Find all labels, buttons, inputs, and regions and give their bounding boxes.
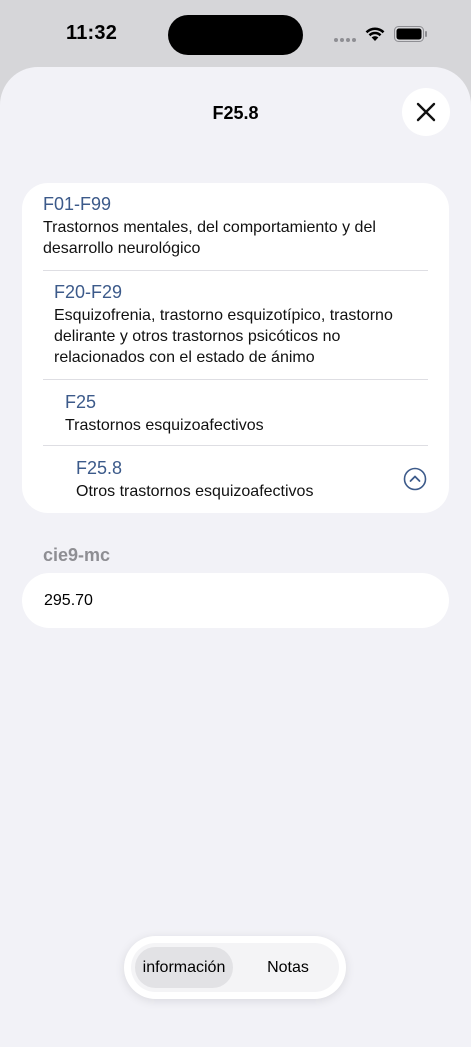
section-label-cie9: cie9-mc [43,545,111,565]
divider [43,379,428,380]
hierarchy-description: Otros trastornos esquizoafectivos [76,483,314,500]
cellular-signal-icon [334,37,358,43]
detail-sheet: F25.8 F01-F99 Trastornos mentales, del c… [0,67,471,1047]
segmented-tab-bar: información Notas [124,936,346,999]
tab-notas[interactable]: Notas [247,947,329,988]
cie9-value-card[interactable]: 295.70 [22,573,449,628]
hierarchy-description: Trastornos mentales, del comportamiento … [43,219,376,257]
hierarchy-item-category[interactable]: F25 Trastornos esquizoafectivos [65,391,415,436]
dynamic-island [168,15,303,55]
status-bar: 11:32 [0,0,471,68]
hierarchy-code: F01-F99 [43,194,112,214]
hierarchy-description: Trastornos esquizoafectivos [65,417,264,434]
hierarchy-description: Esquizofrenia, trastorno esquizotípico, … [54,307,393,366]
hierarchy-item-subcategory[interactable]: F25.8 Otros trastornos esquizoafectivos [76,457,386,502]
close-icon [416,102,436,122]
hierarchy-item-chapter[interactable]: F01-F99 Trastornos mentales, del comport… [43,193,423,259]
sheet-title: F25.8 [212,103,259,123]
tab-informacion[interactable]: información [135,947,233,988]
wifi-icon [365,27,385,41]
divider [43,445,428,446]
status-time: 11:32 [66,22,118,44]
hierarchy-code: F25 [65,392,97,412]
hierarchy-item-block[interactable]: F20-F29 Esquizofrenia, trastorno esquizo… [54,281,424,368]
hierarchy-code: F25.8 [76,458,123,478]
chevron-up-circle-icon[interactable] [403,467,427,491]
divider [43,270,428,271]
hierarchy-code: F20-F29 [54,282,123,302]
hierarchy-card: F01-F99 Trastornos mentales, del comport… [22,183,449,513]
cie9-value: 295.70 [44,592,93,609]
tab-track: información Notas [131,943,339,992]
close-button[interactable] [402,88,450,136]
battery-icon [394,26,427,42]
